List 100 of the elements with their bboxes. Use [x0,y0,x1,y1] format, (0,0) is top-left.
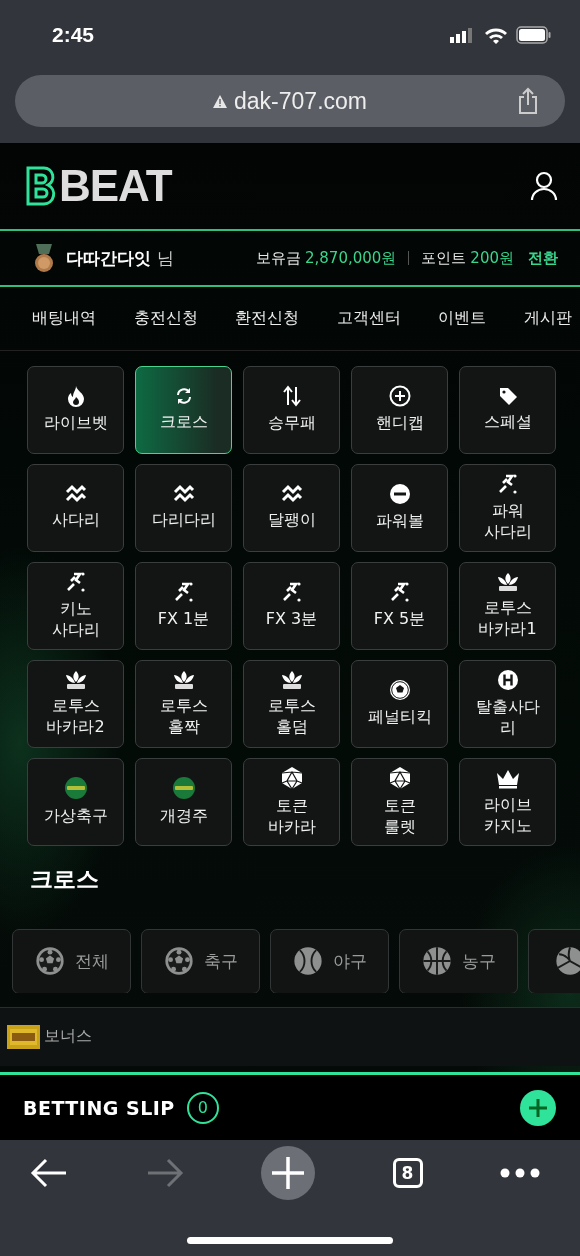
nav-link[interactable]: 고객센터 [336,307,401,329]
round-badge-icon [171,776,196,801]
nav-link[interactable]: 충전신청 [133,307,198,329]
game-tile[interactable]: 스페셜 [459,365,556,454]
sport-filter-chip[interactable]: 축구 [141,928,260,993]
game-tile[interactable]: 사다리 [27,463,124,552]
bonus-badge-icon [7,1024,40,1049]
points-amount: 200원 [470,248,514,268]
convert-link[interactable]: 전환 [528,248,558,268]
game-tile[interactable]: 탈출사다 리 [459,659,556,748]
game-tile[interactable]: 페널티킥 [351,659,448,748]
game-tile[interactable]: FX 5분 [351,561,448,650]
game-tile[interactable]: FX 3분 [243,561,340,650]
game-label: 개경주 [159,806,208,828]
game-tile[interactable]: 라이브 카지노 [459,757,556,846]
game-label: 토큰 바카라 [267,796,316,838]
game-tile[interactable]: 키노 사다리 [27,561,124,650]
share-icon[interactable] [517,87,539,115]
betting-slip-title: BETTING SLIP [23,1096,175,1119]
slip-count-badge: 0 [186,1091,219,1124]
game-tile[interactable]: 핸디캡 [351,365,448,454]
volleyball-icon [555,946,580,977]
sport-filter-chip[interactable]: 야구 [270,928,389,993]
game-tile[interactable]: 크로스 [135,365,232,454]
game-label: 라이브 카지노 [483,795,532,837]
game-label: 스페셜 [483,412,532,434]
game-tile[interactable]: 승무패 [243,365,340,454]
nav-link[interactable]: 게시판 [523,307,572,329]
game-label: 로투스 홀짝 [159,696,208,738]
plus-circle-icon [388,385,411,408]
game-label: 로투스 홀덤 [267,696,316,738]
zigzag-icon [172,484,195,505]
game-label: 로투스 바카라1 [478,598,537,640]
wifi-icon [484,26,508,44]
game-label: 다리다리 [151,510,216,532]
game-label: 페널티킥 [367,707,432,729]
game-label: 키노 사다리 [51,599,100,641]
nav-link[interactable]: 이벤트 [438,307,487,329]
site-logo[interactable]: BEAT [25,161,172,212]
address-bar[interactable]: dak-707.com [15,75,565,127]
game-label: 파워 사다리 [483,501,532,543]
warning-icon [213,94,227,108]
game-label: 가상축구 [43,806,108,828]
honorific-text: 님 [157,246,174,270]
game-tile[interactable]: FX 1분 [135,561,232,650]
game-tile[interactable]: 로투스 바카라2 [27,659,124,748]
more-icon[interactable] [500,1168,540,1178]
soccer-ball-icon [388,679,411,702]
game-tile[interactable]: 가상축구 [27,757,124,846]
sport-filter-chip[interactable]: 농구 [399,928,518,993]
game-label: 라이브벳 [43,413,108,435]
status-time: 2:45 [52,23,95,47]
game-tile[interactable]: 토큰 바카라 [243,757,340,846]
tabs-button[interactable]: 8 [392,1158,423,1188]
game-tile[interactable]: 라이브벳 [27,365,124,454]
battery-icon [516,26,552,44]
tag-icon [497,386,518,407]
game-label: 달팽이 [267,510,316,532]
game-tile[interactable]: 로투스 바카라1 [459,561,556,650]
game-tile[interactable]: 다리다리 [135,463,232,552]
game-tile[interactable]: 개경주 [135,757,232,846]
game-tile[interactable]: 파워볼 [351,463,448,552]
game-label: 승무패 [267,413,316,435]
section-title: 크로스 [29,864,100,894]
game-label: 탈출사다 리 [475,697,540,739]
nav-link[interactable]: 환전신청 [235,307,300,329]
game-label: FX 3분 [265,609,318,631]
polyhedral-die-icon [279,766,304,790]
game-tile[interactable]: 토큰 룰렛 [351,757,448,846]
game-label: 크로스 [159,412,208,434]
game-label: 사다리 [51,510,100,532]
game-label: 로투스 바카라2 [46,696,105,738]
game-label: FX 1분 [157,609,210,631]
round-badge-icon [63,776,88,801]
nav-link[interactable]: 배팅내역 [32,307,96,329]
balance-label: 보유금 [256,248,301,268]
game-tile[interactable]: 달팽이 [243,463,340,552]
game-tile[interactable]: 파워 사다리 [459,463,556,552]
balance-amount: 2,870,000원 [305,248,397,268]
bonus-label: 보너스 [44,1026,92,1048]
medal-icon [32,243,56,274]
basketball-icon [421,946,452,977]
new-tab-icon[interactable] [261,1146,315,1200]
sport-filter-chip[interactable]: 전체 [12,928,131,993]
zigzag-icon [280,484,303,505]
flame-icon [65,385,86,408]
logo-mark-icon [25,165,57,208]
url-text: dak-707.com [234,87,367,115]
soccer-ball-icon [163,946,194,977]
username: 다따간다잇 [66,246,151,270]
baseball-icon [292,946,323,977]
add-icon[interactable] [520,1089,556,1126]
game-label: 핸디캡 [375,413,424,435]
game-tile[interactable]: 로투스 홀덤 [243,659,340,748]
back-icon[interactable] [30,1157,68,1189]
game-label: 파워볼 [375,511,424,533]
user-icon[interactable] [530,171,558,202]
game-label: FX 5분 [373,609,426,631]
points-label: 포인트 [421,248,467,268]
game-tile[interactable]: 로투스 홀짝 [135,659,232,748]
